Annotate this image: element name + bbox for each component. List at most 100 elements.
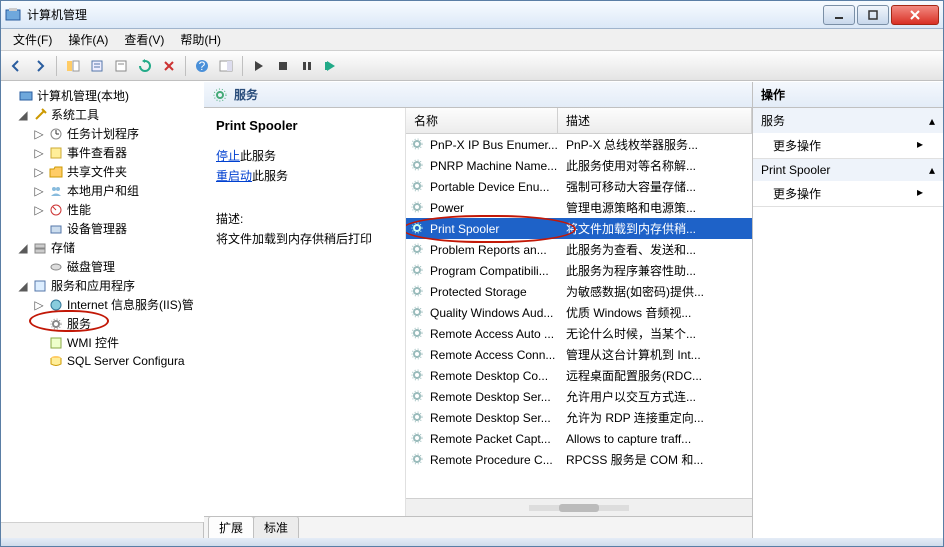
- col-desc[interactable]: 描述: [558, 108, 752, 133]
- service-row[interactable]: Remote Procedure C...RPCSS 服务是 COM 和...: [406, 449, 752, 470]
- service-row[interactable]: Quality Windows Aud...优质 Windows 音频视...: [406, 302, 752, 323]
- pause-service-button[interactable]: [296, 55, 318, 77]
- tree-services-apps[interactable]: ◢服务和应用程序: [1, 276, 204, 295]
- expand-icon[interactable]: ▷: [33, 298, 45, 312]
- tree-task-scheduler[interactable]: ▷任务计划程序: [1, 124, 204, 143]
- expand-icon[interactable]: ▷: [33, 203, 45, 217]
- service-name: Remote Access Conn...: [430, 348, 562, 362]
- tree-local-users[interactable]: ▷本地用户和组: [1, 181, 204, 200]
- actions-pane: 操作 服务▴ 更多操作▸ Print Spooler▴ 更多操作▸: [753, 82, 943, 538]
- tree-label: 事件查看器: [67, 144, 127, 161]
- menu-action[interactable]: 操作(A): [60, 29, 116, 50]
- titlebar: 计算机管理: [1, 1, 943, 29]
- tree-label: 共享文件夹: [67, 163, 127, 180]
- action-more-2[interactable]: 更多操作▸: [753, 181, 943, 206]
- col-name[interactable]: 名称: [406, 108, 558, 133]
- tree-performance[interactable]: ▷ 性能: [1, 200, 204, 219]
- tree-label: 计算机管理(本地): [37, 87, 129, 104]
- description-block: 描述: 将文件加载到内存供稍后打印: [216, 210, 393, 247]
- tree-label: SQL Server Configura: [67, 354, 185, 368]
- tree-device-manager[interactable]: 设备管理器: [1, 219, 204, 238]
- service-desc: 强制可移动大容量存储...: [562, 178, 748, 195]
- tree-system-tools[interactable]: ◢系统工具: [1, 105, 204, 124]
- menubar: 文件(F) 操作(A) 查看(V) 帮助(H): [1, 29, 943, 51]
- tree-sql[interactable]: SQL Server Configura: [1, 352, 204, 370]
- export-button[interactable]: [110, 55, 132, 77]
- service-row[interactable]: Remote Desktop Ser...允许用户以交互方式连...: [406, 386, 752, 407]
- service-row[interactable]: Power管理电源策略和电源策...: [406, 197, 752, 218]
- collapse-icon[interactable]: ◢: [17, 241, 29, 255]
- tree-wmi[interactable]: WMI 控件: [1, 333, 204, 352]
- expand-icon[interactable]: ▷: [33, 146, 45, 160]
- tree-pane[interactable]: 计算机管理(本地) ◢系统工具 ▷任务计划程序 ▷ 事件查看器 ▷ 共享文件夹 ▷本…: [1, 82, 204, 522]
- back-button[interactable]: [5, 55, 27, 77]
- service-row[interactable]: Print Spooler将文件加载到内存供稍...: [406, 218, 752, 239]
- tree-disk-mgmt[interactable]: 磁盘管理: [1, 257, 204, 276]
- tree-services[interactable]: 服务: [1, 314, 204, 333]
- tree-shared-folders[interactable]: ▷ 共享文件夹: [1, 162, 204, 181]
- collapse-icon[interactable]: ◢: [17, 279, 29, 293]
- action-more-1[interactable]: 更多操作▸: [753, 133, 943, 158]
- wmi-icon: [48, 335, 64, 351]
- stop-link[interactable]: 停止: [216, 149, 240, 163]
- service-desc: 远程桌面配置服务(RDC...: [562, 367, 748, 384]
- tree-event-viewer[interactable]: ▷ 事件查看器: [1, 143, 204, 162]
- service-desc: 此服务为程序兼容性助...: [562, 262, 748, 279]
- expand-icon[interactable]: ▷: [33, 165, 45, 179]
- maximize-button[interactable]: [857, 5, 889, 25]
- service-row[interactable]: Portable Device Enu...强制可移动大容量存储...: [406, 176, 752, 197]
- tab-extended[interactable]: 扩展: [208, 516, 254, 538]
- tree-storage[interactable]: ◢存储: [1, 238, 204, 257]
- service-row[interactable]: Remote Desktop Ser...允许为 RDP 连接重定向...: [406, 407, 752, 428]
- service-row[interactable]: PNRP Machine Name...此服务使用对等名称解...: [406, 155, 752, 176]
- service-row[interactable]: Problem Reports an...此服务为查看、发送和...: [406, 239, 752, 260]
- show-hide-tree-button[interactable]: [62, 55, 84, 77]
- group-header-services[interactable]: 服务▴: [753, 108, 943, 133]
- restart-service-button[interactable]: [320, 55, 342, 77]
- start-service-button[interactable]: [248, 55, 270, 77]
- service-row[interactable]: Remote Access Auto ...无论什么时候，当某个...: [406, 323, 752, 344]
- forward-button[interactable]: [29, 55, 51, 77]
- menu-help[interactable]: 帮助(H): [172, 29, 229, 50]
- group-header-selected[interactable]: Print Spooler▴: [753, 159, 943, 181]
- toolbar-separator: [185, 56, 186, 76]
- gear-icon: [410, 452, 426, 468]
- service-row[interactable]: Protected Storage为敏感数据(如密码)提供...: [406, 281, 752, 302]
- action-pane-button[interactable]: [215, 55, 237, 77]
- menu-view[interactable]: 查看(V): [116, 29, 172, 50]
- horizontal-scrollbar[interactable]: [406, 498, 752, 516]
- service-row[interactable]: Remote Desktop Co...远程桌面配置服务(RDC...: [406, 365, 752, 386]
- window-buttons: [821, 5, 939, 25]
- expand-icon[interactable]: ▷: [33, 127, 45, 141]
- service-row[interactable]: Program Compatibili...此服务为程序兼容性助...: [406, 260, 752, 281]
- tree-root[interactable]: 计算机管理(本地): [1, 86, 204, 105]
- toolbar-separator: [242, 56, 243, 76]
- service-row[interactable]: Remote Access Conn...管理从这台计算机到 Int...: [406, 344, 752, 365]
- minimize-button[interactable]: [823, 5, 855, 25]
- menu-file[interactable]: 文件(F): [5, 29, 60, 50]
- service-name: Print Spooler: [430, 222, 562, 236]
- properties-button[interactable]: [86, 55, 108, 77]
- action-group-selected: Print Spooler▴ 更多操作▸: [753, 159, 943, 207]
- tree-scrollbar[interactable]: [1, 522, 203, 538]
- tree-label: WMI 控件: [67, 334, 119, 351]
- list-rows[interactable]: PnP-X IP Bus Enumer...PnP-X 总线枚举器服务...PN…: [406, 134, 752, 498]
- gear-icon: [410, 305, 426, 321]
- stop-service-button[interactable]: [272, 55, 294, 77]
- collapse-icon[interactable]: ◢: [17, 108, 29, 122]
- delete-button[interactable]: [158, 55, 180, 77]
- restart-link[interactable]: 重启动: [216, 169, 252, 183]
- actions-header: 操作: [753, 82, 943, 108]
- svg-text:?: ?: [199, 59, 206, 73]
- close-button[interactable]: [891, 5, 939, 25]
- service-row[interactable]: Remote Packet Capt...Allows to capture t…: [406, 428, 752, 449]
- help-button[interactable]: ?: [191, 55, 213, 77]
- service-row[interactable]: PnP-X IP Bus Enumer...PnP-X 总线枚举器服务...: [406, 134, 752, 155]
- expand-icon[interactable]: ▷: [33, 184, 45, 198]
- tree-iis[interactable]: ▷Internet 信息服务(IIS)管: [1, 295, 204, 314]
- tree-label: 性能: [67, 201, 91, 218]
- gear-icon: [212, 87, 228, 103]
- refresh-button[interactable]: [134, 55, 156, 77]
- tab-standard[interactable]: 标准: [253, 516, 299, 538]
- gear-icon: [410, 389, 426, 405]
